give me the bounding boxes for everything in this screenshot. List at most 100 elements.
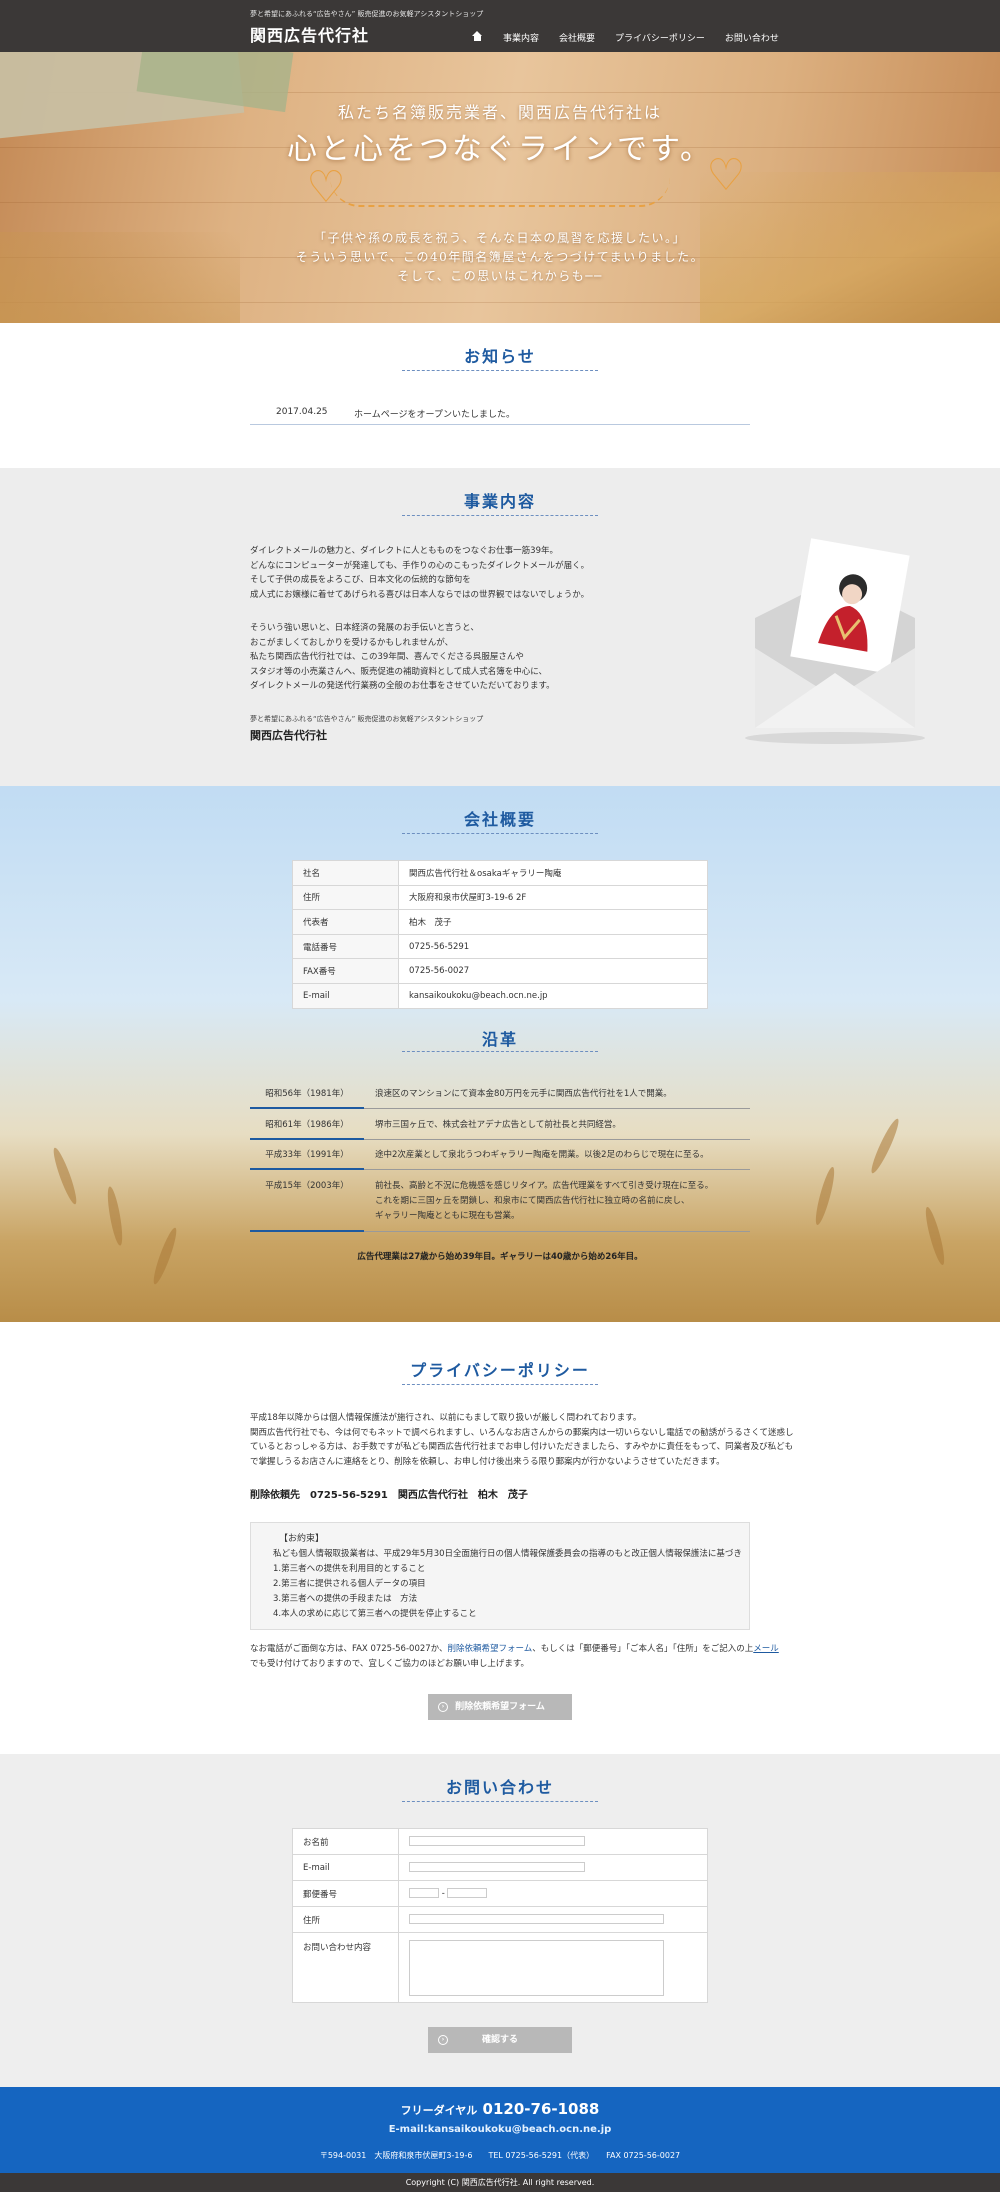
field-label: 郵便番号 <box>292 1880 399 1907</box>
table-row: FAX番号 0725-56-0027 <box>292 958 708 984</box>
removal-contact: 削除依頼先 0725-56-5291 関西広告代行社 柏木 茂子 <box>250 1490 528 1501</box>
hero-lead: 私たち名簿販売業者、関西広告代行社は <box>337 103 662 122</box>
site-footer: フリーダイヤル 0120-76-1088 E-mail:kansaikoukok… <box>0 2087 1000 2173</box>
site-header: 夢と希望にあふれる“広告やさん” 販売促進のお気軽アシスタントショップ 関西広告… <box>0 0 1000 52</box>
row-value: 柏木 茂子 <box>398 909 708 935</box>
address-input[interactable] <box>409 1914 664 1925</box>
row-label: E-mail <box>292 982 399 1009</box>
history-title: 沿革 <box>481 1030 518 1049</box>
confirm-button[interactable]: › 確認する <box>428 2027 572 2053</box>
form-row: お問い合わせ内容 <box>292 1932 708 2003</box>
promise-box: 【お約束】 私ども個人情報取扱業者は、平成29年5月30日全面施行日の個人情報保… <box>250 1522 750 1630</box>
privacy-text: ているとおっしゃる方は、お手数ですが私ども関西広告代行社までお申し付けいただきま… <box>250 1442 794 1452</box>
nav-home[interactable] <box>472 31 483 44</box>
row-value: 大阪府和泉市伏屋町3-19-6 2F <box>398 884 708 911</box>
header-tagline: 夢と希望にあふれる“広告やさん” 販売促進のお気軽アシスタントショップ <box>250 10 484 18</box>
freedial: フリーダイヤル 0120-76-1088 <box>400 2100 600 2118</box>
business-text: どんなにコンピューターが発達しても、手作りの心のこもったダイレクトメールが届く。 <box>250 560 590 571</box>
history-year: 平成15年（2003年） <box>265 1181 349 1191</box>
form-row: 郵便番号 - <box>292 1880 708 1907</box>
news-text: ホームページをオープンいたしました。 <box>354 410 516 420</box>
promise-item: 2.第三者に提供される個人データの項目 <box>273 1579 426 1589</box>
site-logo[interactable]: 関西広告代行社 <box>250 22 369 46</box>
email-input[interactable] <box>409 1862 585 1873</box>
company-info-table: 社名 関西広告代行社＆osakaギャラリー陶庵 住所 大阪府和泉市伏屋町3-19-6… <box>292 860 708 1009</box>
table-row: 電話番号 0725-56-5291 <box>292 933 708 960</box>
company-section: 会社概要 社名 関西広告代行社＆osakaギャラリー陶庵 住所 大阪府和泉市伏屋町3… <box>0 786 1000 1322</box>
promise-item: 1.第三者への提供を利用目的とすること <box>273 1564 426 1574</box>
footer-email[interactable]: E-mail:kansaikoukoku@beach.ocn.ne.jp <box>0 2124 1000 2135</box>
hero-headline: 心と心をつなぐラインです。 <box>287 132 713 167</box>
privacy-text: 関西広告代行社でも、今は何でもネットで調べられますし、いろんなお店さんからの郵案… <box>250 1427 794 1438</box>
table-row: 住所 大阪府和泉市伏屋町3-19-6 2F <box>292 884 708 911</box>
heart-icon: ♡ <box>306 162 346 213</box>
title-divider <box>402 1051 598 1052</box>
history-text: ギャラリー陶庵とともに現在も営業。 <box>375 1211 520 1221</box>
news-item: 2017.04.25 ホームページをオープンいたしました。 <box>250 397 750 425</box>
removal-form-link[interactable]: 削除依頼希望フォーム <box>448 1644 533 1654</box>
footer-address: 〒594-0031 大阪府和泉市伏屋町3-19-6 TEL 0725-56-52… <box>319 2151 681 2160</box>
mail-link[interactable]: メール <box>753 1644 779 1654</box>
nav-privacy[interactable]: プライバシーポリシー <box>615 31 705 44</box>
row-label: 代表者 <box>292 909 399 935</box>
table-row: E-mail kansaikoukoku@beach.ocn.ne.jp <box>292 982 708 1009</box>
business-section: 事業内容 ダイレクトメールの魅力と、ダイレクトに人ともものをつなぐお仕事一筋39… <box>0 468 1000 786</box>
promise-item: 4.本人の求めに応じて第三者への提供を停止すること <box>273 1609 477 1619</box>
hero-text-2: そういう思いで、この40年間名簿屋さんをつづけてまいりました。 <box>295 250 705 264</box>
dotted-line-decoration <box>330 177 670 207</box>
table-row: 代表者 柏木 茂子 <box>292 909 708 935</box>
news-date: 2017.04.25 <box>276 407 328 417</box>
row-label: 電話番号 <box>292 933 399 960</box>
history-text: 浪速区のマンションにて資本金80万円を元手に関西広告代行社を1人で開業。 <box>375 1089 672 1099</box>
arrow-right-icon: › <box>438 1702 448 1712</box>
field-label: E-mail <box>292 1854 399 1881</box>
row-label: 住所 <box>292 884 399 911</box>
freedial-number[interactable]: 0120-76-1088 <box>483 2100 600 2118</box>
field-label: お名前 <box>292 1828 399 1855</box>
name-input[interactable] <box>409 1836 585 1847</box>
privacy-text: 平成18年以降からは個人情報保護法が施行され、以前にもまして取り扱いが厳しく問わ… <box>250 1413 642 1423</box>
history-text: 前社長、高齢と不況に危機感を感じリタイア。広告代理業をすべて引き受け現在に至る。 <box>375 1181 714 1191</box>
inquiry-title: お問い合わせ <box>445 1778 554 1797</box>
inquiry-section: お問い合わせ お名前 E-mail 郵便番号 - 住所 お問い合わせ内容 › 確… <box>0 1754 1000 2087</box>
copyright: Copyright (C) 関西広告代行社. All right reserve… <box>0 2173 1000 2192</box>
privacy-title: プライバシーポリシー <box>410 1361 590 1380</box>
privacy-text: で掌握しうるお店さんに連絡をとり、削除を依頼し、お申し付け後出来うる限り郵案内が… <box>250 1456 725 1467</box>
arrow-right-icon: › <box>438 2035 448 2045</box>
history-text: これを期に三国ヶ丘を閉鎖し、和泉市にて関西広告代行社に独立時の名前に戻し、 <box>375 1196 690 1206</box>
message-textarea[interactable] <box>409 1939 664 1996</box>
history-text: 堺市三国ヶ丘で、株式会社アデナ広告として前社長と共同経営。 <box>375 1120 621 1130</box>
row-label: FAX番号 <box>292 958 399 984</box>
business-text: ダイレクトメールの魅力と、ダイレクトに人ともものをつなぐお仕事一筋39年。 <box>250 546 558 556</box>
form-row: 住所 <box>292 1906 708 1933</box>
history-year: 昭和61年（1986年） <box>265 1120 349 1130</box>
row-value: 0725-56-0027 <box>398 958 708 984</box>
zip-input-2[interactable] <box>447 1888 488 1899</box>
promise-title: 【お約束】 <box>279 1534 325 1544</box>
nav-contact[interactable]: お問い合わせ <box>725 31 779 44</box>
row-value: 関西広告代行社＆osakaギャラリー陶庵 <box>398 860 708 886</box>
business-text: そういう強い思いと、日本経済の発展のお手伝いと言うと、 <box>250 623 479 633</box>
business-text: スタジオ等の小売業さんへ、販売促進の補助資料として成人式名簿を中心に、 <box>250 666 547 677</box>
privacy-section: プライバシーポリシー 平成18年以降からは個人情報保護法が施行され、以前にもまし… <box>0 1322 1000 1754</box>
table-row: 社名 関西広告代行社＆osakaギャラリー陶庵 <box>292 860 708 886</box>
promise-item: 3.第三者への提供の手段または 方法 <box>273 1594 418 1604</box>
field-label: お問い合わせ内容 <box>292 1932 399 2003</box>
history-year: 昭和56年（1981年） <box>265 1089 349 1099</box>
history-year: 平成33年（1991年） <box>265 1150 349 1160</box>
envelope-photo <box>745 538 925 744</box>
zip-input-1[interactable] <box>409 1888 439 1899</box>
hero-text-3: そして、この思いはこれからも── <box>397 269 603 283</box>
title-divider <box>402 1801 598 1802</box>
business-text: 私たち関西広告代行社では、この39年間、喜んでくださる呉服屋さんや <box>250 652 524 662</box>
news-title: お知らせ <box>464 347 536 366</box>
nav-company[interactable]: 会社概要 <box>559 31 595 44</box>
hero-banner: ♡ ♡ 私たち名簿販売業者、関西広告代行社は 心と心をつなぐラインです。 「子供… <box>0 52 1000 323</box>
home-icon <box>472 31 483 41</box>
field-label: 住所 <box>292 1906 399 1933</box>
business-tagline: 夢と希望にあふれる“広告やさん” 販売促進のお気軽アシスタントショップ <box>250 715 484 723</box>
business-text: ダイレクトメールの発送代行業務の全般のお仕事をさせていただいております。 <box>250 681 555 691</box>
title-divider <box>402 370 598 371</box>
nav-business[interactable]: 事業内容 <box>503 31 539 44</box>
removal-form-button[interactable]: › 削除依頼希望フォーム <box>428 1694 572 1720</box>
